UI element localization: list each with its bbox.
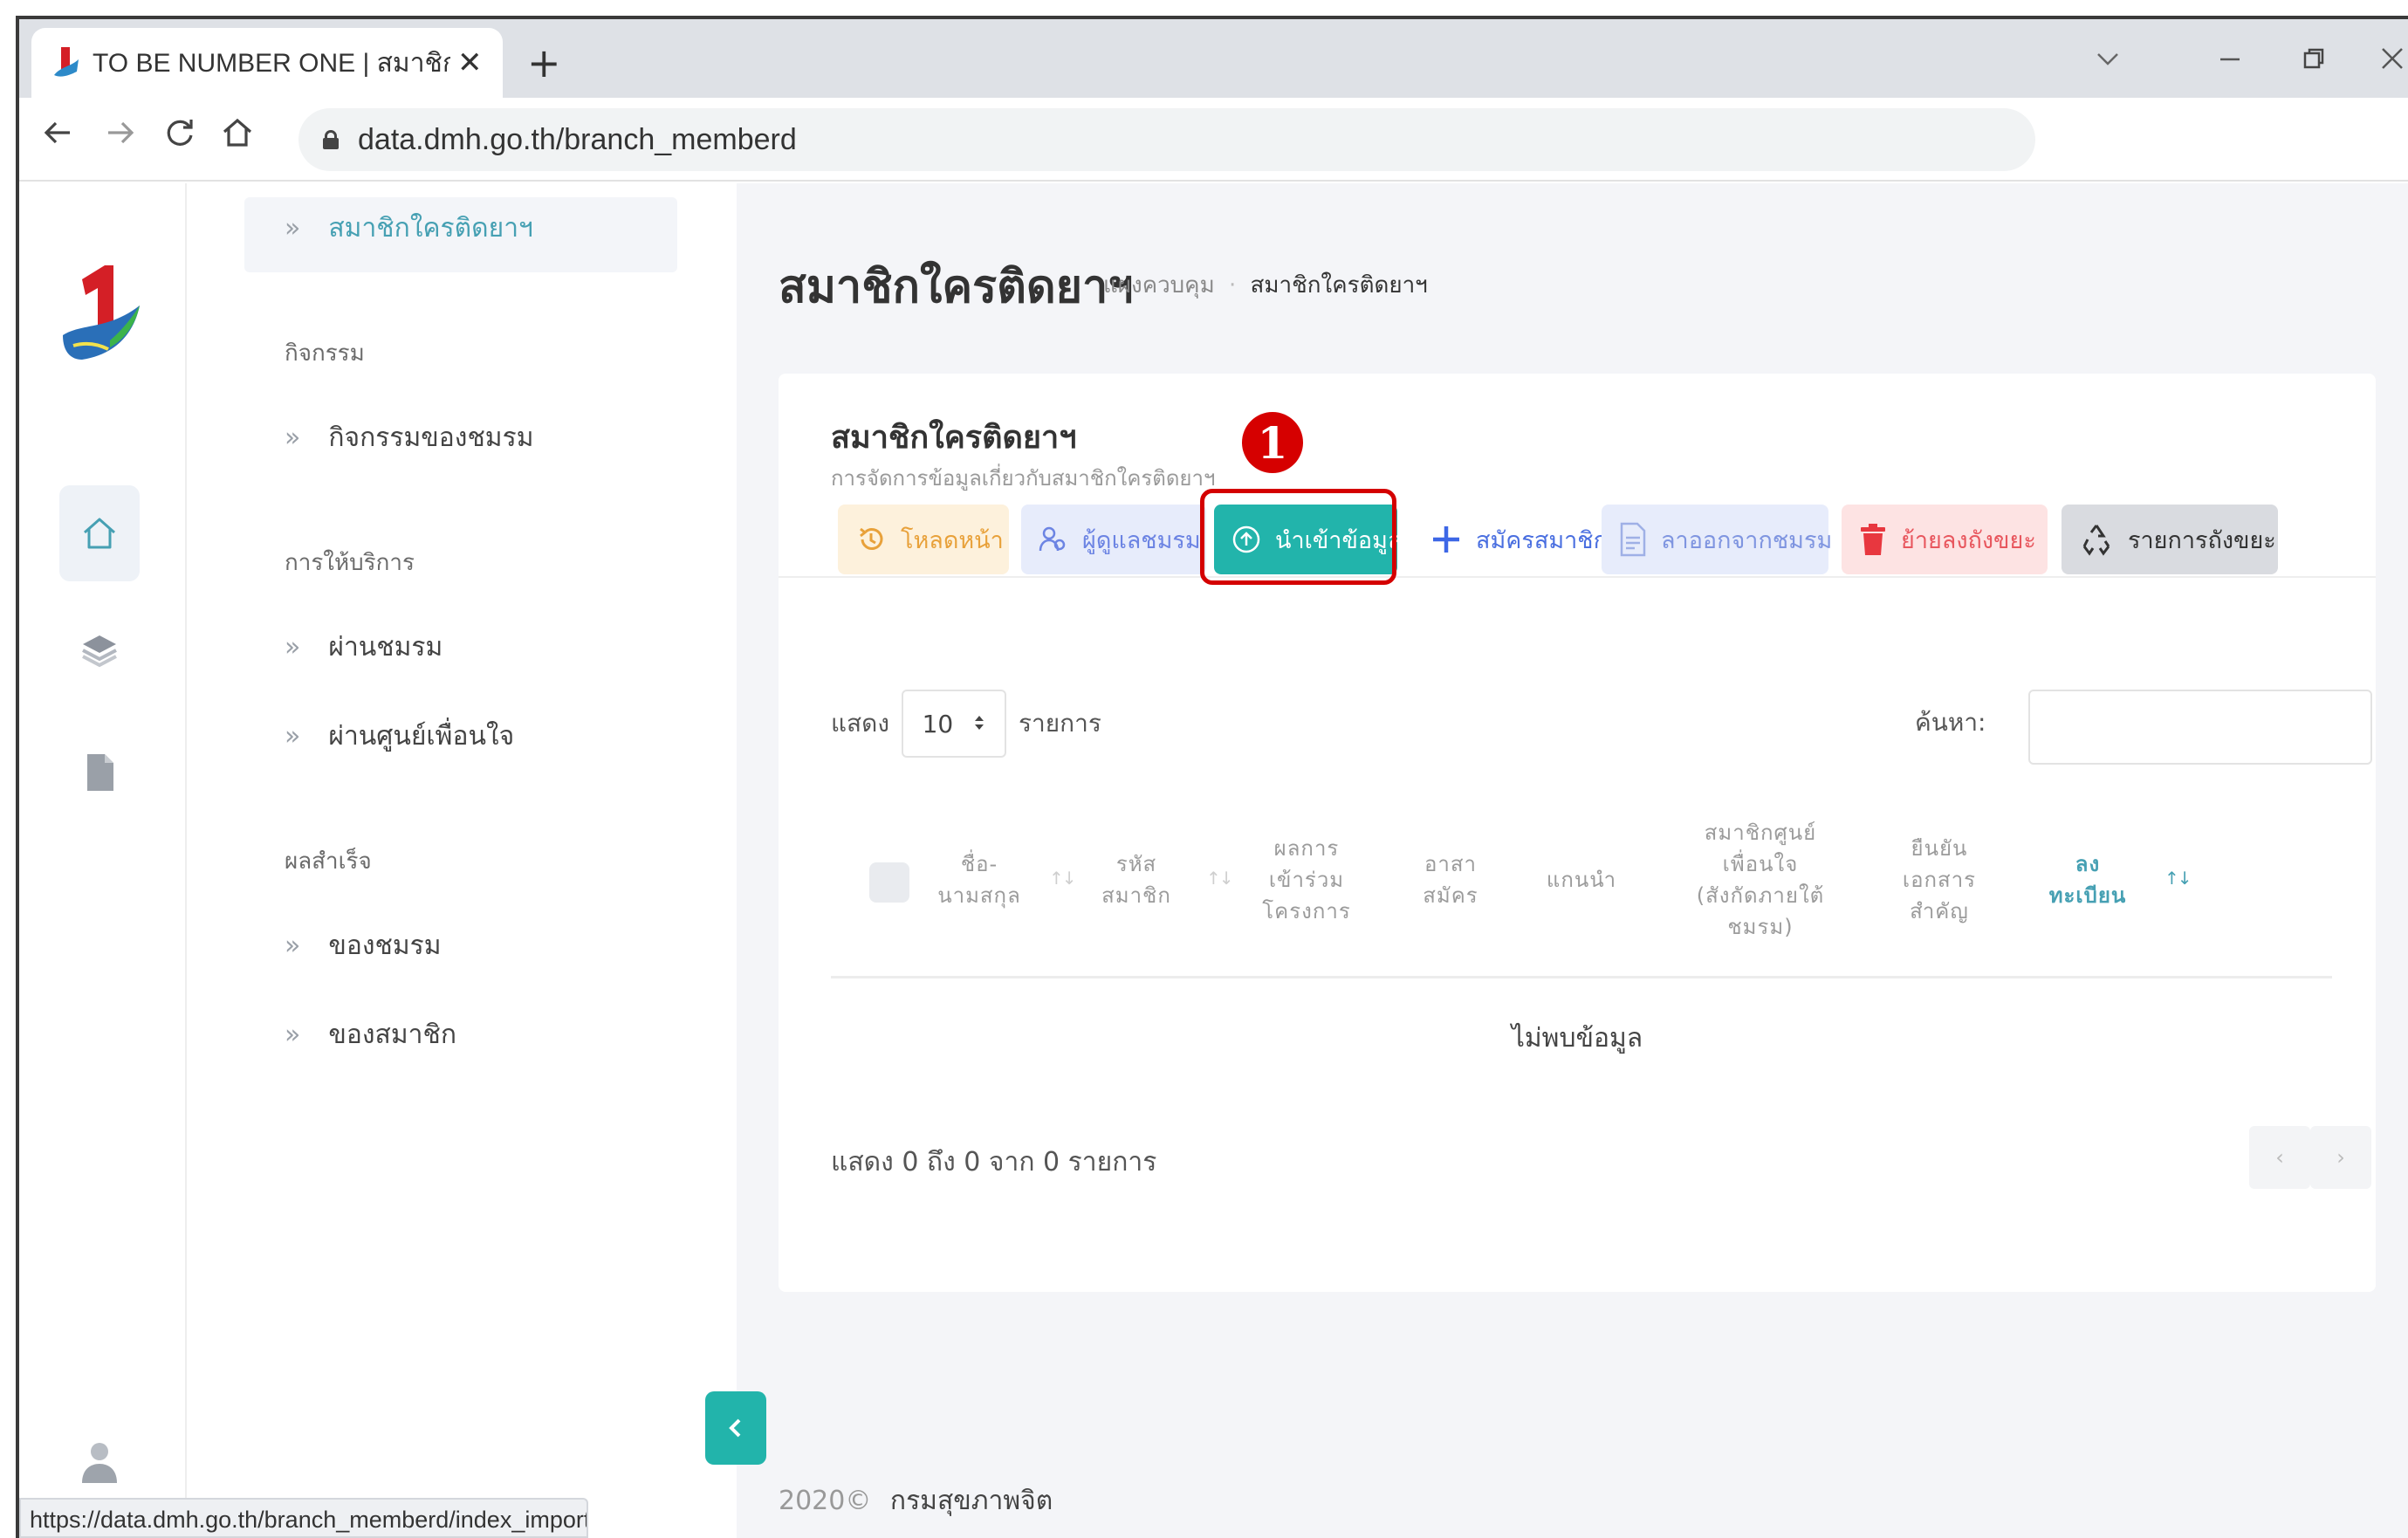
- double-chevron-icon: »: [285, 930, 300, 961]
- sidebar-section-services: การให้บริการ: [285, 550, 415, 576]
- page-size-select[interactable]: 10: [902, 690, 1006, 758]
- select-all-checkbox[interactable]: [869, 862, 909, 903]
- browser-tabstrip: TO BE NUMBER ONE | สมาชิกใครติ ✕ +: [19, 19, 2408, 98]
- sidebar-section-activities: กิจกรรม: [285, 340, 365, 367]
- sidebar-item-members[interactable]: » สมาชิกใครติดยาฯ: [285, 208, 533, 249]
- club-admin-button[interactable]: ผู้ดูแลชมรม: [1021, 505, 1206, 574]
- step-marker: 1: [1242, 412, 1303, 473]
- prev-page-button[interactable]: ‹: [2249, 1126, 2310, 1189]
- sort-icon[interactable]: ↑↓: [1049, 868, 1076, 889]
- column-header-leader: แกนนำ: [1546, 868, 1617, 892]
- main-content: สมาชิกใครติดยาฯ แผงควบคุม · สมาชิกใครติด…: [737, 183, 2408, 1538]
- leave-club-button[interactable]: ลาออกจากชมรม: [1602, 505, 1832, 574]
- footer-year: 2020©: [779, 1486, 872, 1516]
- breadcrumb-separator: ·: [1228, 272, 1237, 299]
- sidebar-collapse-button[interactable]: [705, 1391, 766, 1465]
- search-label: ค้นหา:: [1915, 708, 1986, 737]
- users-icon: [1039, 525, 1068, 554]
- page-size-control: แสดง 10 รายการ: [831, 690, 1101, 758]
- card-title: สมาชิกใครติดยาฯ: [831, 420, 1077, 456]
- members-card: สมาชิกใครติดยาฯ การจัดการข้อมูลเกี่ยวกับ…: [779, 374, 2376, 1292]
- table-header: ชื่อ- นามสกุล ↑↓ รหัส สมาชิก ↑↓ ผลการ เข…: [831, 793, 2332, 967]
- breadcrumb-root[interactable]: แผงควบคุม: [1103, 272, 1215, 299]
- home-icon[interactable]: [59, 485, 140, 581]
- layers-icon[interactable]: [59, 602, 140, 698]
- sidebar-menu: » สมาชิกใครติดยาฯ กิจกรรม » กิจกรรมของชม…: [187, 183, 737, 1538]
- column-header-center-member: สมาชิกศูนย์ เพื่อนใจ (สังกัดภายใต้ ชมรม): [1696, 820, 1825, 939]
- search-input[interactable]: [2028, 690, 2372, 765]
- column-header-member-id[interactable]: รหัส สมาชิก: [1084, 793, 1189, 967]
- restore-icon[interactable]: [2301, 38, 2327, 82]
- column-header-documents: ยืนยัน เอกสาร สำคัญ: [1902, 836, 1977, 923]
- document-icon: [1619, 522, 1647, 557]
- column-header-volunteer: อาสา สมัคร: [1423, 852, 1478, 908]
- back-arrow-icon[interactable]: [40, 113, 75, 162]
- page-title: สมาชิกใครติดยาฯ: [779, 261, 1134, 313]
- entries-label: รายการ: [1019, 709, 1101, 738]
- icon-rail: [19, 183, 187, 1538]
- double-chevron-icon: »: [285, 422, 300, 453]
- sidebar-item-via-center[interactable]: » ผ่านศูนย์เพื่อนใจ: [285, 716, 514, 757]
- import-button-highlight: [1200, 489, 1396, 585]
- chevron-down-icon[interactable]: [2095, 38, 2121, 82]
- lock-icon: [323, 130, 339, 149]
- trash-list-button[interactable]: รายการถังขยะ: [2062, 505, 2278, 574]
- column-header-registration[interactable]: ลง ทะเบียน: [2027, 793, 2149, 967]
- footer-org: กรมสุขภาพจิต: [889, 1486, 1053, 1516]
- forward-arrow-icon[interactable]: [103, 113, 138, 162]
- reload-history-icon: [855, 524, 887, 555]
- empty-table-message: ไม่พบข้อมูล: [1511, 1023, 1643, 1054]
- double-chevron-icon: »: [285, 721, 300, 752]
- sidebar-item-member-results[interactable]: » ของสมาชิก: [285, 1014, 456, 1055]
- sidebar-item-via-club[interactable]: » ผ่านชมรม: [285, 627, 442, 668]
- app-logo[interactable]: [56, 262, 152, 375]
- user-icon[interactable]: [59, 1414, 140, 1510]
- column-header-participation: ผลการ เข้าร่วม โครงการ: [1262, 836, 1351, 923]
- status-bar-url: https://data.dmh.go.th/branch_memberd/in…: [19, 1498, 588, 1538]
- move-to-trash-button[interactable]: ย้ายลงถังขยะ: [1842, 505, 2048, 574]
- reload-page-button[interactable]: โหลดหน้า: [838, 505, 1009, 574]
- register-member-button[interactable]: สมัครสมาชิก: [1413, 505, 1608, 574]
- breadcrumb: แผงควบคุม · สมาชิกใครติดยาฯ: [1103, 267, 1428, 303]
- sidebar-item-club-results[interactable]: » ของชมรม: [285, 925, 442, 966]
- file-icon[interactable]: [59, 724, 140, 820]
- next-page-button[interactable]: ›: [2310, 1126, 2371, 1189]
- sidebar-item-club-activities[interactable]: » กิจกรรมของชมรม: [285, 417, 533, 458]
- show-label: แสดง: [831, 709, 889, 738]
- column-header-name[interactable]: ชื่อ- นามสกุล: [927, 793, 1032, 967]
- plus-icon: [1430, 524, 1462, 555]
- tab-title: TO BE NUMBER ONE | สมาชิกใครติ: [93, 48, 450, 78]
- sort-active-icon[interactable]: ↑↓: [2164, 868, 2192, 889]
- table-divider: [831, 976, 2332, 978]
- address-bar[interactable]: data.dmh.go.th/branch_memberd: [298, 108, 2035, 171]
- trash-icon: [1859, 522, 1887, 557]
- recycle-icon: [2079, 522, 2114, 557]
- select-arrows-icon: [973, 710, 985, 738]
- browser-toolbar: data.dmh.go.th/branch_memberd: [19, 98, 2408, 182]
- minimize-icon[interactable]: [2217, 38, 2243, 82]
- breadcrumb-current: สมาชิกใครติดยาฯ: [1250, 272, 1428, 299]
- browser-tab[interactable]: TO BE NUMBER ONE | สมาชิกใครติ ✕: [31, 28, 503, 98]
- card-divider: [779, 576, 2376, 578]
- reload-icon[interactable]: [162, 113, 197, 162]
- double-chevron-icon: »: [285, 213, 300, 244]
- sidebar-section-results: ผลสำเร็จ: [285, 848, 372, 875]
- home-icon[interactable]: [220, 113, 255, 162]
- url-text: data.dmh.go.th/branch_memberd: [358, 122, 797, 156]
- tab-close-icon[interactable]: ✕: [457, 45, 483, 80]
- card-subtitle: การจัดการข้อมูลเกี่ยวกับสมาชิกใครติดยาฯ: [831, 466, 1216, 491]
- site-favicon-icon: [51, 45, 80, 80]
- new-tab-button[interactable]: +: [527, 37, 561, 89]
- sort-icon[interactable]: ↑↓: [1206, 868, 1233, 889]
- close-window-icon[interactable]: [2379, 38, 2405, 82]
- table-info: แสดง 0 ถึง 0 จาก 0 รายการ: [831, 1147, 1157, 1178]
- double-chevron-icon: »: [285, 632, 300, 663]
- double-chevron-icon: »: [285, 1020, 300, 1050]
- footer: 2020© กรมสุขภาพจิต: [779, 1480, 1053, 1521]
